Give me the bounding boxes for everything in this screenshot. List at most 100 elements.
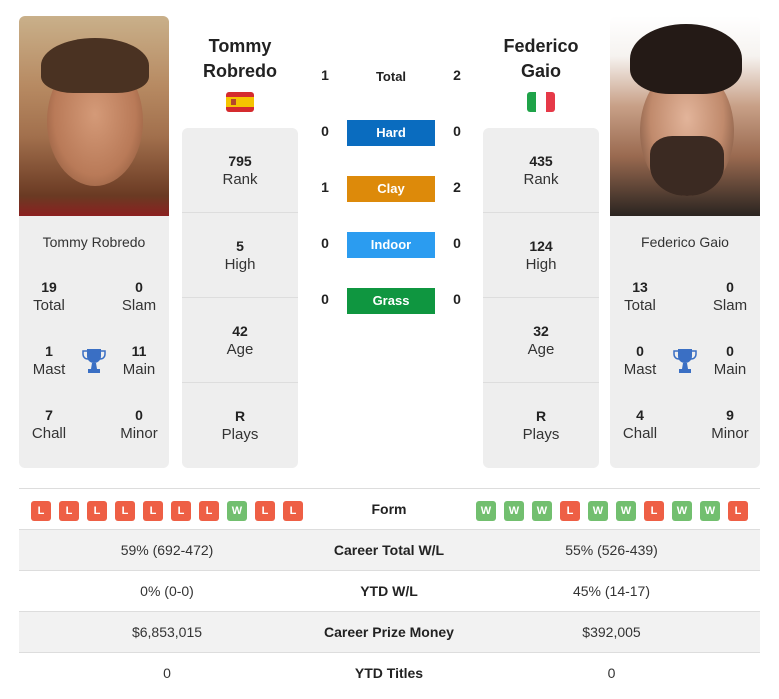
stat-value: 7	[45, 407, 53, 423]
info-label: Age	[226, 341, 254, 358]
stat-label: Chall	[622, 425, 658, 442]
info-plays-right: R Plays	[483, 383, 599, 468]
table-row: 0% (0-0) YTD W/L 45% (14-17)	[19, 570, 760, 611]
info-label: High	[525, 256, 557, 273]
form-loss-badge[interactable]: L	[59, 501, 79, 521]
info-high-left: 5 High	[182, 213, 298, 298]
stat-value: 9	[726, 407, 734, 423]
form-win-badge[interactable]: W	[227, 501, 247, 521]
info-value: 435	[529, 153, 553, 169]
info-value: 42	[232, 323, 248, 339]
flag-spain-icon	[226, 92, 254, 112]
h2h-clay-right: 2	[453, 179, 461, 195]
h2h-indoor-right: 0	[453, 235, 461, 251]
h2h-hard-right: 0	[453, 123, 461, 139]
stat-value: 13	[632, 279, 648, 295]
info-value: R	[535, 408, 547, 424]
stat-value: 1	[45, 343, 53, 359]
stat-label: Mast	[32, 361, 66, 378]
row-label: Form	[371, 501, 407, 517]
stat-minor-right: 9 Minor	[700, 406, 760, 444]
stat-value: 0	[636, 343, 644, 359]
stat-total-right: 13 Total	[610, 278, 670, 316]
stat-label: Slam	[712, 297, 748, 314]
form-badges-left: LLLLLLLWLL	[31, 501, 303, 521]
stat-value: 11	[131, 343, 147, 359]
stat-chall-right: 4 Chall	[610, 406, 670, 444]
row-label: YTD Titles	[354, 665, 424, 681]
info-label: High	[224, 256, 256, 273]
row-value-right: 0	[607, 665, 616, 681]
comparison-table: LLLLLLLWLL Form WWWLWWLWWL 59% (692-472)…	[19, 488, 760, 693]
form-loss-badge[interactable]: L	[171, 501, 191, 521]
player-photo-left	[19, 16, 169, 216]
info-label: Rank	[222, 171, 258, 188]
h2h-clay-left: 1	[321, 179, 329, 195]
form-win-badge[interactable]: W	[700, 501, 720, 521]
table-row: 0 YTD Titles 0	[19, 652, 760, 693]
stat-label: Minor	[120, 425, 158, 442]
surface-clay-button[interactable]: Clay	[347, 176, 435, 202]
stat-label: Chall	[31, 425, 67, 442]
stat-chall-left: 7 Chall	[19, 406, 79, 444]
titles-card-left: Tommy Robredo 19 Total 0 Slam 1 Mast 11 …	[19, 216, 169, 468]
h2h-grass-left: 0	[321, 291, 329, 307]
form-win-badge[interactable]: W	[588, 501, 608, 521]
stat-label: Minor	[711, 425, 749, 442]
form-win-badge[interactable]: W	[616, 501, 636, 521]
row-value-right: 55% (526-439)	[565, 542, 658, 558]
stat-value: 0	[726, 279, 734, 295]
row-value-left: 59% (692-472)	[120, 542, 214, 558]
stat-mast-left: 1 Mast	[19, 342, 79, 380]
form-row: LLLLLLLWLL Form WWWLWWLWWL	[19, 488, 760, 529]
info-label: Plays	[221, 426, 259, 443]
surface-hard-button[interactable]: Hard	[347, 120, 435, 146]
info-value: 5	[236, 238, 244, 254]
stat-value: 4	[636, 407, 644, 423]
form-loss-badge[interactable]: L	[31, 501, 51, 521]
stat-label: Main	[122, 361, 156, 378]
stat-main-right: 0 Main	[700, 342, 760, 380]
form-loss-badge[interactable]: L	[87, 501, 107, 521]
stat-total-left: 19 Total	[19, 278, 79, 316]
stat-main-left: 11 Main	[109, 342, 169, 380]
info-column-left: 795 Rank 5 High 42 Age R Plays	[182, 128, 298, 468]
name-line: Federico	[503, 36, 579, 56]
info-label: Plays	[522, 426, 560, 443]
surface-grass-button[interactable]: Grass	[347, 288, 435, 314]
row-label: Career Prize Money	[324, 624, 454, 640]
h2h-total-left: 1	[321, 67, 329, 83]
form-win-badge[interactable]: W	[504, 501, 524, 521]
stat-label: Main	[713, 361, 747, 378]
form-win-badge[interactable]: W	[532, 501, 552, 521]
surface-indoor-button[interactable]: Indoor	[347, 232, 435, 258]
row-value-left: 0% (0-0)	[140, 583, 194, 599]
form-loss-badge[interactable]: L	[143, 501, 163, 521]
form-loss-badge[interactable]: L	[255, 501, 275, 521]
form-loss-badge[interactable]: L	[644, 501, 664, 521]
h2h-hard-left: 0	[321, 123, 329, 139]
info-age-left: 42 Age	[182, 298, 298, 383]
form-win-badge[interactable]: W	[672, 501, 692, 521]
form-loss-badge[interactable]: L	[728, 501, 748, 521]
player-name-left[interactable]: Tommy Robredo	[175, 34, 305, 84]
player-name-right[interactable]: Federico Gaio	[476, 34, 606, 84]
stat-value: 0	[135, 407, 143, 423]
info-label: Rank	[523, 171, 559, 188]
stat-label: Slam	[121, 297, 157, 314]
form-win-badge[interactable]: W	[476, 501, 496, 521]
table-row: $6,853,015 Career Prize Money $392,005	[19, 611, 760, 652]
h2h-indoor-left: 0	[321, 235, 329, 251]
h2h-total-right: 2	[453, 67, 461, 83]
form-loss-badge[interactable]: L	[115, 501, 135, 521]
row-label: Career Total W/L	[333, 542, 445, 558]
info-rank-left: 795 Rank	[182, 128, 298, 213]
info-high-right: 124 High	[483, 213, 599, 298]
form-loss-badge[interactable]: L	[560, 501, 580, 521]
table-row: 59% (692-472) Career Total W/L 55% (526-…	[19, 529, 760, 570]
form-loss-badge[interactable]: L	[199, 501, 219, 521]
form-loss-badge[interactable]: L	[283, 501, 303, 521]
name-line: Gaio	[520, 61, 561, 81]
name-line: Robredo	[203, 61, 277, 81]
h2h-grass-right: 0	[453, 291, 461, 307]
